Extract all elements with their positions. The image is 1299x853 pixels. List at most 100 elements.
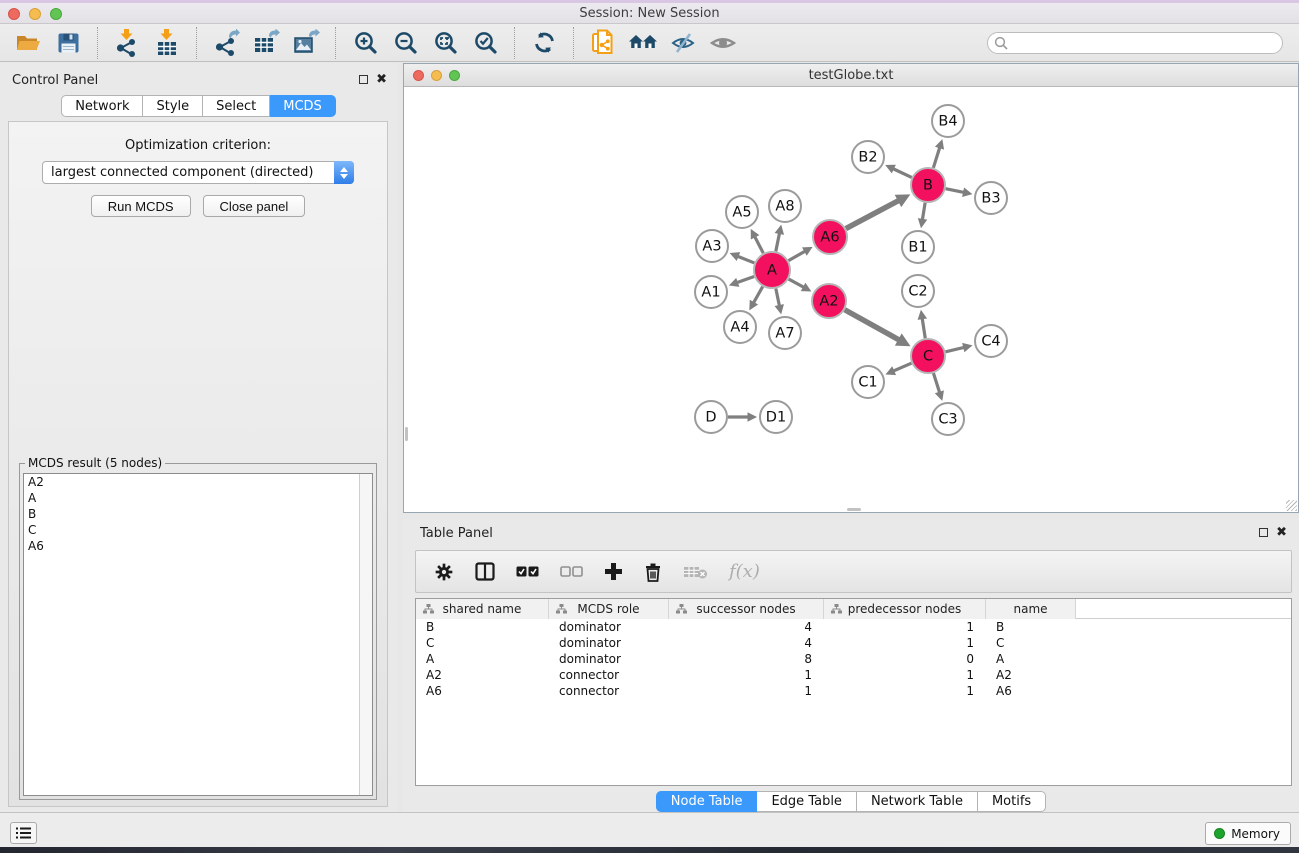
edge-A-A2[interactable] xyxy=(789,279,804,287)
import-table-button[interactable] xyxy=(147,27,187,59)
network-canvas[interactable]: AA1A2A3A4A5A6A7A8BB1B2B3B4CC1C2C3C4DD1 xyxy=(404,87,1298,512)
edge-A6-B[interactable] xyxy=(846,200,899,228)
table-row[interactable]: Adominator80A xyxy=(416,651,1291,667)
export-image-button[interactable] xyxy=(286,27,326,59)
open-session-button[interactable] xyxy=(8,27,48,59)
cell-MCDS-role[interactable]: connector xyxy=(549,668,669,682)
network-window-titlebar[interactable]: testGlobe.txt xyxy=(404,64,1298,87)
cell-shared-name[interactable]: A xyxy=(416,652,549,666)
show-column-button[interactable] xyxy=(475,562,495,581)
export-network-button[interactable] xyxy=(206,27,246,59)
result-item[interactable]: C xyxy=(24,522,372,538)
tab-style[interactable]: Style xyxy=(143,95,203,117)
save-session-button[interactable] xyxy=(48,27,88,59)
edge-A-A3[interactable] xyxy=(738,256,755,263)
vertical-scrollbar[interactable] xyxy=(405,427,408,441)
cell-successor-nodes[interactable]: 4 xyxy=(669,636,824,650)
cell-predecessor-nodes[interactable]: 0 xyxy=(824,652,986,666)
cell-shared-name[interactable]: B xyxy=(416,620,549,634)
table-row[interactable]: Bdominator41B xyxy=(416,619,1291,635)
import-network-button[interactable] xyxy=(107,27,147,59)
cell-successor-nodes[interactable]: 8 xyxy=(669,652,824,666)
houses-button[interactable] xyxy=(623,27,663,59)
column-header-successor-nodes[interactable]: successor nodes xyxy=(669,599,824,619)
delete-column-button[interactable] xyxy=(644,562,662,582)
zoom-selected-button[interactable] xyxy=(465,27,505,59)
tab-network[interactable]: Network xyxy=(61,95,143,117)
tab-node-table[interactable]: Node Table xyxy=(656,791,758,812)
float-panel-icon[interactable] xyxy=(359,75,368,84)
edge-A2-C[interactable] xyxy=(845,310,899,340)
edge-B-B2[interactable] xyxy=(893,169,912,178)
resize-grip-icon[interactable] xyxy=(1286,500,1297,511)
edge-C-C2[interactable] xyxy=(922,318,925,338)
result-item[interactable]: A6 xyxy=(24,538,372,554)
select-all-button[interactable] xyxy=(516,566,539,577)
close-panel-icon[interactable]: ✖ xyxy=(376,74,387,85)
edge-C-C3[interactable] xyxy=(933,373,939,393)
cell-MCDS-role[interactable]: connector xyxy=(549,684,669,698)
edge-A-A7[interactable] xyxy=(776,289,780,306)
create-column-button[interactable] xyxy=(604,562,623,581)
table-row[interactable]: Cdominator41C xyxy=(416,635,1291,651)
result-item[interactable]: A xyxy=(24,490,372,506)
table-settings-button[interactable] xyxy=(434,562,454,582)
horizontal-scrollbar[interactable] xyxy=(847,508,861,511)
cell-shared-name[interactable]: C xyxy=(416,636,549,650)
edge-A-A5[interactable] xyxy=(755,236,764,253)
table-row[interactable]: A2connector11A2 xyxy=(416,667,1291,683)
eye-button[interactable] xyxy=(703,27,743,59)
optimization-criterion-select[interactable]: largest connected component (directed) xyxy=(42,161,354,184)
close-table-panel-icon[interactable]: ✖ xyxy=(1276,527,1287,538)
tab-mcds[interactable]: MCDS xyxy=(270,95,336,117)
result-item[interactable]: A2 xyxy=(24,474,372,490)
column-header-name[interactable]: name xyxy=(986,599,1076,619)
cell-MCDS-role[interactable]: dominator xyxy=(549,652,669,666)
zoom-in-button[interactable] xyxy=(345,27,385,59)
edge-B-B4[interactable] xyxy=(933,147,939,168)
new-network-from-selection-button[interactable] xyxy=(583,27,623,59)
tab-network-table[interactable]: Network Table xyxy=(857,791,978,812)
cell-name[interactable]: C xyxy=(986,636,1076,650)
edge-A-A8[interactable] xyxy=(776,233,780,251)
show-panel-menu-button[interactable] xyxy=(10,822,37,844)
refresh-button[interactable] xyxy=(524,27,564,59)
tab-edge-table[interactable]: Edge Table xyxy=(757,791,856,812)
cell-shared-name[interactable]: A6 xyxy=(416,684,549,698)
edge-C-C1[interactable] xyxy=(893,363,911,371)
memory-button[interactable]: Memory xyxy=(1205,822,1291,845)
export-table-button[interactable] xyxy=(246,27,286,59)
cell-name[interactable]: A6 xyxy=(986,684,1076,698)
edge-A-A1[interactable] xyxy=(737,276,754,282)
column-header-MCDS-role[interactable]: MCDS role xyxy=(549,599,669,619)
column-header-shared-name[interactable]: shared name xyxy=(416,599,549,619)
cell-predecessor-nodes[interactable]: 1 xyxy=(824,684,986,698)
edge-B-B1[interactable] xyxy=(922,203,925,220)
run-mcds-button[interactable]: Run MCDS xyxy=(91,195,191,217)
float-table-panel-icon[interactable] xyxy=(1259,528,1268,537)
cell-successor-nodes[interactable]: 1 xyxy=(669,684,824,698)
close-panel-button[interactable]: Close panel xyxy=(203,195,306,217)
cell-name[interactable]: B xyxy=(986,620,1076,634)
cell-MCDS-role[interactable]: dominator xyxy=(549,620,669,634)
cell-successor-nodes[interactable]: 4 xyxy=(669,620,824,634)
cell-name[interactable]: A2 xyxy=(986,668,1076,682)
cell-predecessor-nodes[interactable]: 1 xyxy=(824,668,986,682)
edge-B-B3[interactable] xyxy=(946,189,964,193)
cell-shared-name[interactable]: A2 xyxy=(416,668,549,682)
cell-predecessor-nodes[interactable]: 1 xyxy=(824,620,986,634)
cell-name[interactable]: A xyxy=(986,652,1076,666)
column-header-predecessor-nodes[interactable]: predecessor nodes xyxy=(824,599,986,619)
edge-C-C4[interactable] xyxy=(946,347,965,351)
mcds-result-list[interactable]: A2ABCA6 xyxy=(23,473,373,796)
eye-slash-button[interactable] xyxy=(663,27,703,59)
zoom-fit-button[interactable] xyxy=(425,27,465,59)
table-row[interactable]: A6connector11A6 xyxy=(416,683,1291,699)
edge-A-A6[interactable] xyxy=(789,251,806,261)
tab-motifs[interactable]: Motifs xyxy=(978,791,1046,812)
zoom-out-button[interactable] xyxy=(385,27,425,59)
cell-successor-nodes[interactable]: 1 xyxy=(669,668,824,682)
search-input[interactable] xyxy=(987,32,1283,54)
tab-select[interactable]: Select xyxy=(203,95,270,117)
result-item[interactable]: B xyxy=(24,506,372,522)
